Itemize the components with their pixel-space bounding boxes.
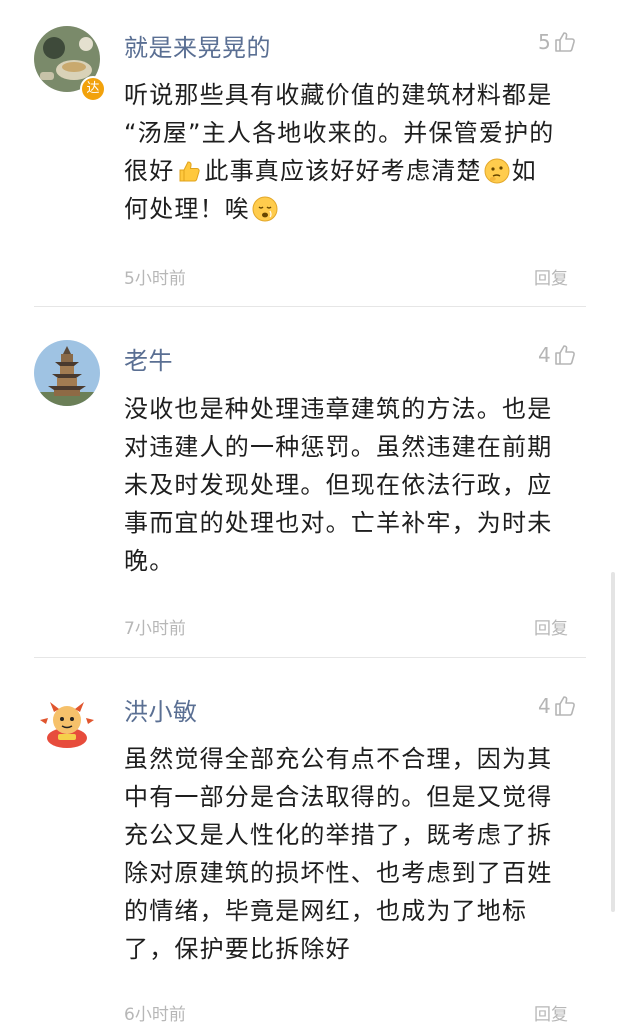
like-button[interactable]: 4 xyxy=(538,343,577,367)
comment-line: 事而宜的处理也对。亡羊补牢，为时未 xyxy=(124,509,553,537)
comment-author[interactable]: 老牛 xyxy=(124,341,173,376)
comment-line: 对违建人的一种惩罚。虽然违建在前期 xyxy=(124,433,553,461)
thumbs-up-emoji-icon xyxy=(176,157,202,183)
comment-text: 虽然觉得全部充公有点不合理，因为其 中有一部分是合法取得的。但是又觉得 充公又是… xyxy=(124,740,584,968)
comment-line: 的情绪，毕竟是网红，也成为了地标 xyxy=(124,897,528,925)
comment-line: 虽然觉得全部充公有点不合理，因为其 xyxy=(124,745,553,773)
divider xyxy=(34,306,586,307)
like-count: 4 xyxy=(538,343,551,367)
comment-line-text: 何处理！唉 xyxy=(124,195,250,223)
comment-line: 充公又是人性化的举措了，既考虑了拆 xyxy=(124,821,553,849)
thumbs-up-icon xyxy=(554,345,575,365)
comment-line: 没收也是种处理违章建筑的方法。也是 xyxy=(124,395,553,423)
comment-line: 何处理！唉 xyxy=(124,190,584,228)
like-count: 4 xyxy=(538,694,551,718)
scrollbar[interactable] xyxy=(611,572,615,912)
avatar[interactable] xyxy=(34,690,100,756)
comment-timestamp: 5小时前 xyxy=(124,269,186,289)
reply-button[interactable]: 回复 xyxy=(534,1000,568,1025)
comment-line: 晚。 xyxy=(124,547,175,575)
verified-badge: 达 xyxy=(80,76,106,102)
reply-button[interactable]: 回复 xyxy=(534,614,568,639)
comment-author[interactable]: 就是来晃晃的 xyxy=(124,28,271,63)
comment-line-text: 如 xyxy=(511,157,537,185)
comment-timestamp: 7小时前 xyxy=(124,619,186,639)
thinking-emoji-icon xyxy=(484,157,510,184)
thumbs-up-icon xyxy=(554,32,575,52)
comment-line: 中有一部分是合法取得的。但是又觉得 xyxy=(124,783,553,811)
comment-line-text: 很好 xyxy=(124,157,175,185)
reply-button[interactable]: 回复 xyxy=(534,264,568,289)
divider xyxy=(34,657,586,658)
comment-line: 未及时发现处理。但现在依法行政，应 xyxy=(124,471,553,499)
comment-line: “汤屋”主人各地收来的。并保管爱护的 xyxy=(124,119,555,147)
comment-line-text: 此事真应该好好考虑清楚 xyxy=(204,157,482,185)
comment-line: 除对原建筑的损坏性、也考虑到了百姓 xyxy=(124,859,553,887)
comment-timestamp: 6小时前 xyxy=(124,1005,186,1025)
comment-author[interactable]: 洪小敏 xyxy=(124,692,198,727)
avatar[interactable] xyxy=(34,340,100,406)
thumbs-up-icon xyxy=(554,696,575,716)
comment-line: 听说那些具有收藏价值的建筑材料都是 xyxy=(124,81,553,109)
comment-text: 听说那些具有收藏价值的建筑材料都是 “汤屋”主人各地收来的。并保管爱护的 很好 … xyxy=(124,76,584,228)
like-button[interactable]: 5 xyxy=(538,30,577,54)
comment-line: 很好 此事真应该好好考虑清楚 如 xyxy=(124,152,584,190)
comment-line: 了，保护要比拆除好 xyxy=(124,935,351,963)
comment-text: 没收也是种处理违章建筑的方法。也是 对违建人的一种惩罚。虽然违建在前期 未及时发… xyxy=(124,390,584,580)
like-count: 5 xyxy=(538,30,551,54)
sad-face-emoji-icon xyxy=(252,195,278,222)
like-button[interactable]: 4 xyxy=(538,694,577,718)
